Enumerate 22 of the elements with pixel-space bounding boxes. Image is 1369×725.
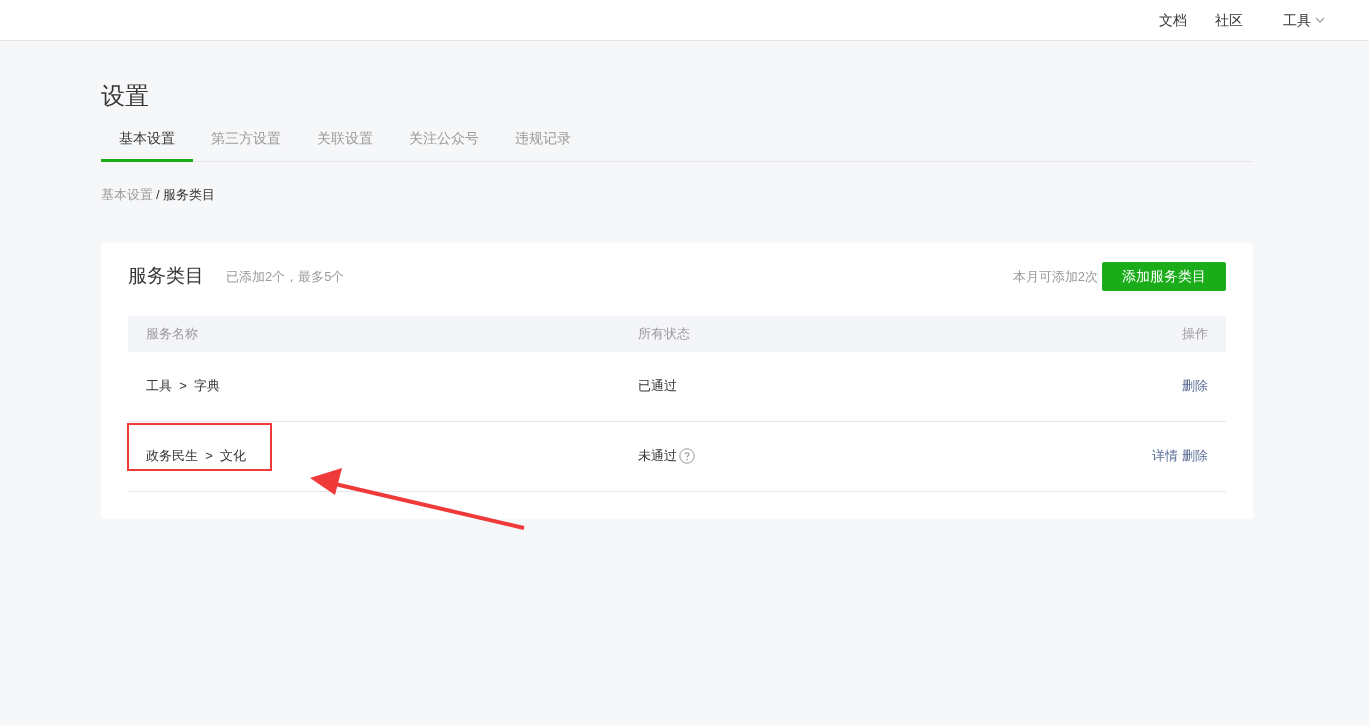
nav-link[interactable]: 社区 <box>1215 9 1243 31</box>
status-text: 已通过 <box>638 377 677 396</box>
breadcrumb-current: 服务类目 <box>162 186 215 204</box>
column-header: 所有状态 <box>638 324 691 343</box>
action-link[interactable]: 详情 <box>1152 446 1178 466</box>
column-header: 服务名称 <box>146 324 199 343</box>
nav-link[interactable]: 工具 <box>1283 9 1325 31</box>
status-text: 未通过 <box>638 447 677 466</box>
column-header: 操作 <box>1181 324 1208 343</box>
action-link[interactable]: 删除 <box>1182 376 1208 396</box>
tab[interactable]: 基本设置 <box>101 128 193 162</box>
add-category-button[interactable]: 添加服务类目 <box>1102 262 1226 291</box>
breadcrumb-separator: / <box>156 186 160 204</box>
table-cell: 政务民生 > 文化 <box>146 448 247 464</box>
nav-link[interactable]: 文档 <box>1159 9 1187 31</box>
page-title: 设置 <box>101 81 150 111</box>
help-icon[interactable] <box>679 448 695 464</box>
table-cell: 工具 > 字典 <box>146 378 221 394</box>
quota-note: 本月可添加2次 <box>1012 267 1098 286</box>
card-title: 服务类目 <box>128 264 204 289</box>
action-link[interactable]: 删除 <box>1182 446 1208 466</box>
category-count: 已添加2个，最多5个 <box>226 267 345 286</box>
